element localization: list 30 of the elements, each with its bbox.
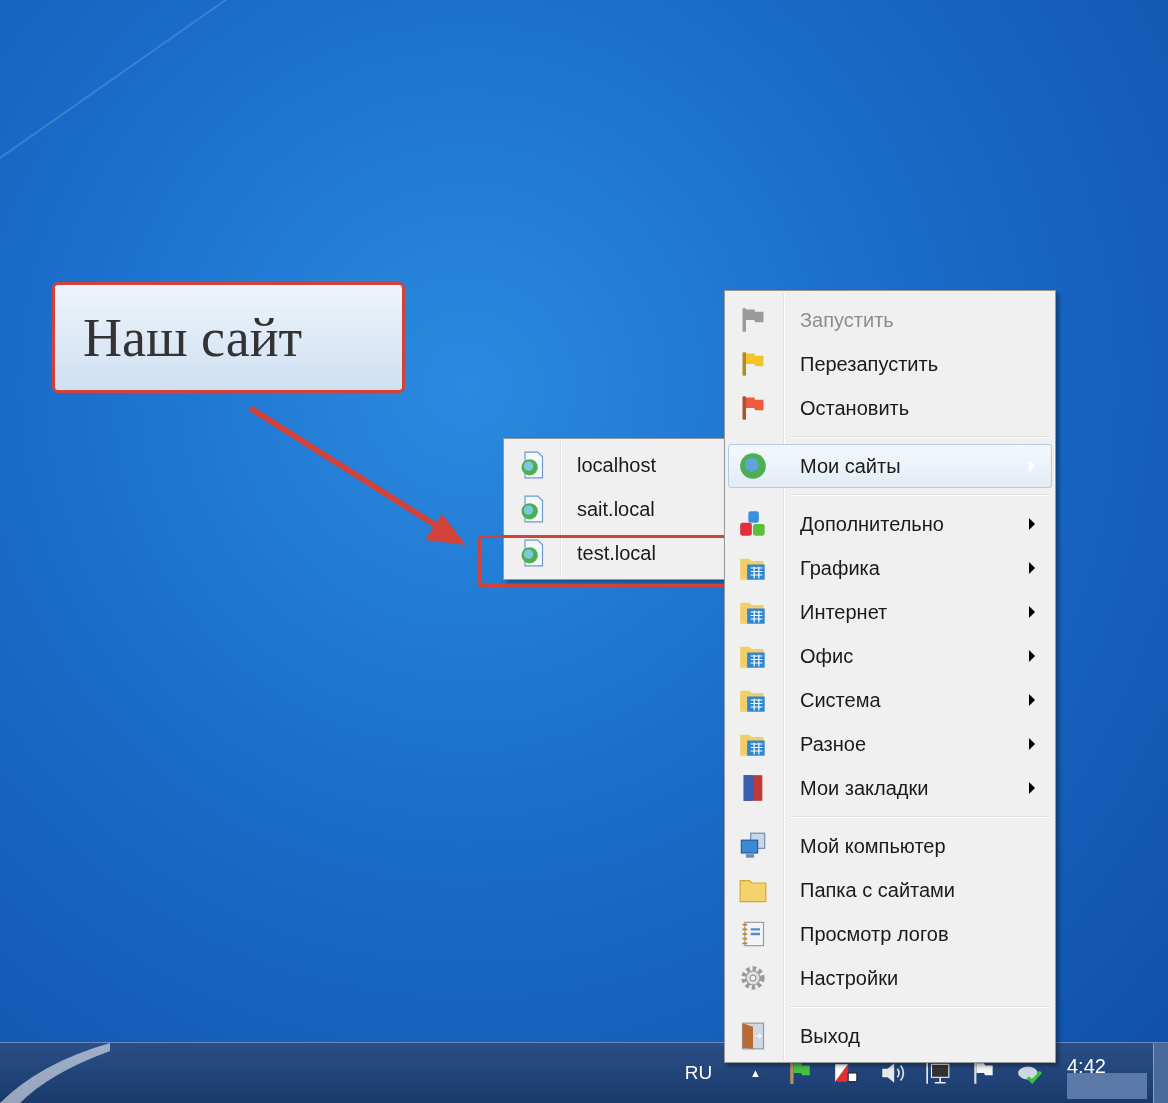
monitor-icon[interactable] — [925, 1060, 951, 1086]
tray-expand-button[interactable]: ▲ — [750, 1067, 761, 1079]
door-icon — [739, 1022, 767, 1050]
blocks-icon — [739, 510, 767, 538]
menu-item[interactable]: sait.local — [507, 487, 723, 531]
callout-text: Наш сайт — [83, 306, 303, 369]
menu-item[interactable]: test.local — [507, 531, 723, 575]
menu-item[interactable]: Мои сайты — [728, 444, 1052, 488]
start-button[interactable] — [0, 1043, 110, 1103]
menu-item[interactable]: Мои закладки — [728, 766, 1052, 810]
menu-item[interactable]: Интернет — [728, 590, 1052, 634]
menu-item[interactable]: Система — [728, 678, 1052, 722]
menu-item[interactable]: Выход — [728, 1014, 1052, 1058]
menu-item[interactable]: Перезапустить — [728, 342, 1052, 386]
menu-item[interactable]: localhost — [507, 443, 723, 487]
flag-icon[interactable] — [787, 1060, 813, 1086]
clock[interactable]: 4:42 — [1067, 1055, 1106, 1077]
language-indicator[interactable]: RU — [684, 1062, 713, 1084]
globe-icon — [739, 452, 767, 480]
menu-item[interactable]: Просмотр логов — [728, 912, 1052, 956]
computers-icon — [739, 832, 767, 860]
menu-item[interactable]: Дополнительно — [728, 502, 1052, 546]
menu-item[interactable]: Настройки — [728, 956, 1052, 1000]
menu-item[interactable]: Офис — [728, 634, 1052, 678]
menu-item[interactable]: Мой компьютер — [728, 824, 1052, 868]
settings-icon — [739, 964, 767, 992]
menu-item[interactable]: Папка с сайтами — [728, 868, 1052, 912]
menu-item[interactable]: Разное — [728, 722, 1052, 766]
menu-item[interactable]: Остановить — [728, 386, 1052, 430]
menu-item[interactable]: Графика — [728, 546, 1052, 590]
